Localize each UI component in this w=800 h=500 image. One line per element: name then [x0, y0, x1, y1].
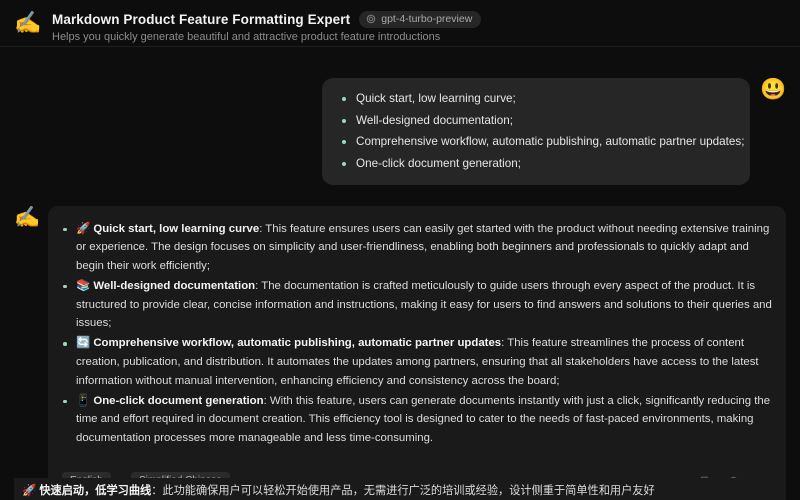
- list-item: One-click document generation;: [340, 157, 730, 171]
- header-title-row: Markdown Product Feature Formatting Expe…: [52, 11, 482, 28]
- list-item-title: One-click document generation: [93, 394, 264, 407]
- list-item: 🔄 Comprehensive workflow, automatic publi…: [62, 334, 772, 390]
- assistant-message-row: ✍️ 🚀 Quick start, low learning curve: Thi…: [14, 205, 786, 500]
- rocket-icon: 🚀: [22, 485, 37, 497]
- assistant-avatar: ✍️: [14, 205, 41, 229]
- page-title: Markdown Product Feature Formatting Expe…: [52, 12, 351, 27]
- list-item: 📚 Well-designed documentation: The docume…: [62, 277, 772, 333]
- conversation-area: Quick start, low learning curve; Well-de…: [0, 78, 800, 500]
- list-item: Quick start, low learning curve;: [340, 92, 730, 106]
- assistant-bullet-list: 🚀 Quick start, low learning curve: This f…: [62, 220, 772, 449]
- assistant-message-card: 🚀 Quick start, low learning curve: This f…: [48, 205, 786, 500]
- list-item: 📱 One-click document generation: With thi…: [62, 392, 772, 448]
- list-item: Comprehensive workflow, automatic publis…: [340, 135, 745, 149]
- user-avatar: 😃: [760, 78, 787, 101]
- mobile-phone-icon: 📱: [76, 394, 91, 407]
- user-message-bubble: Quick start, low learning curve; Well-de…: [322, 78, 750, 185]
- list-item: Well-designed documentation;: [340, 114, 730, 128]
- list-item-title: Comprehensive workflow, automatic publis…: [93, 337, 502, 350]
- model-badge-label: gpt-4-turbo-preview: [381, 13, 473, 25]
- list-item-title: Quick start, low learning curve: [93, 222, 260, 235]
- app-header: ✍️ Markdown Product Feature Formatting E…: [0, 0, 800, 47]
- page-subtitle: Helps you quickly generate beautiful and…: [52, 31, 441, 43]
- gear-icon: [366, 14, 376, 24]
- translated-preview-line: 🚀 快速启动，低学习曲线：此功能确保用户可以轻松开始使用产品，无需进行广泛的培训或…: [22, 483, 786, 499]
- translated-body: ：此功能确保用户可以轻松开始使用产品，无需进行广泛的培训或经验，设计侧重于简单性…: [151, 485, 655, 497]
- refresh-cycle-icon: 🔄: [76, 337, 91, 350]
- list-item: 🚀 Quick start, low learning curve: This f…: [62, 220, 772, 276]
- user-bullet-list: Quick start, low learning curve; Well-de…: [340, 92, 745, 171]
- chat-app-window: ✍️ Markdown Product Feature Formatting E…: [0, 0, 800, 500]
- model-badge[interactable]: gpt-4-turbo-preview: [359, 11, 482, 28]
- rocket-icon: 🚀: [76, 222, 91, 235]
- books-icon: 📚: [76, 279, 91, 292]
- translated-title: 快速启动，低学习曲线: [39, 485, 152, 497]
- user-message-row: Quick start, low learning curve; Well-de…: [14, 78, 786, 185]
- header-text-group: Markdown Product Feature Formatting Expe…: [52, 10, 482, 43]
- writing-hand-icon: ✍️: [14, 10, 42, 35]
- list-item-title: Well-designed documentation: [93, 279, 256, 292]
